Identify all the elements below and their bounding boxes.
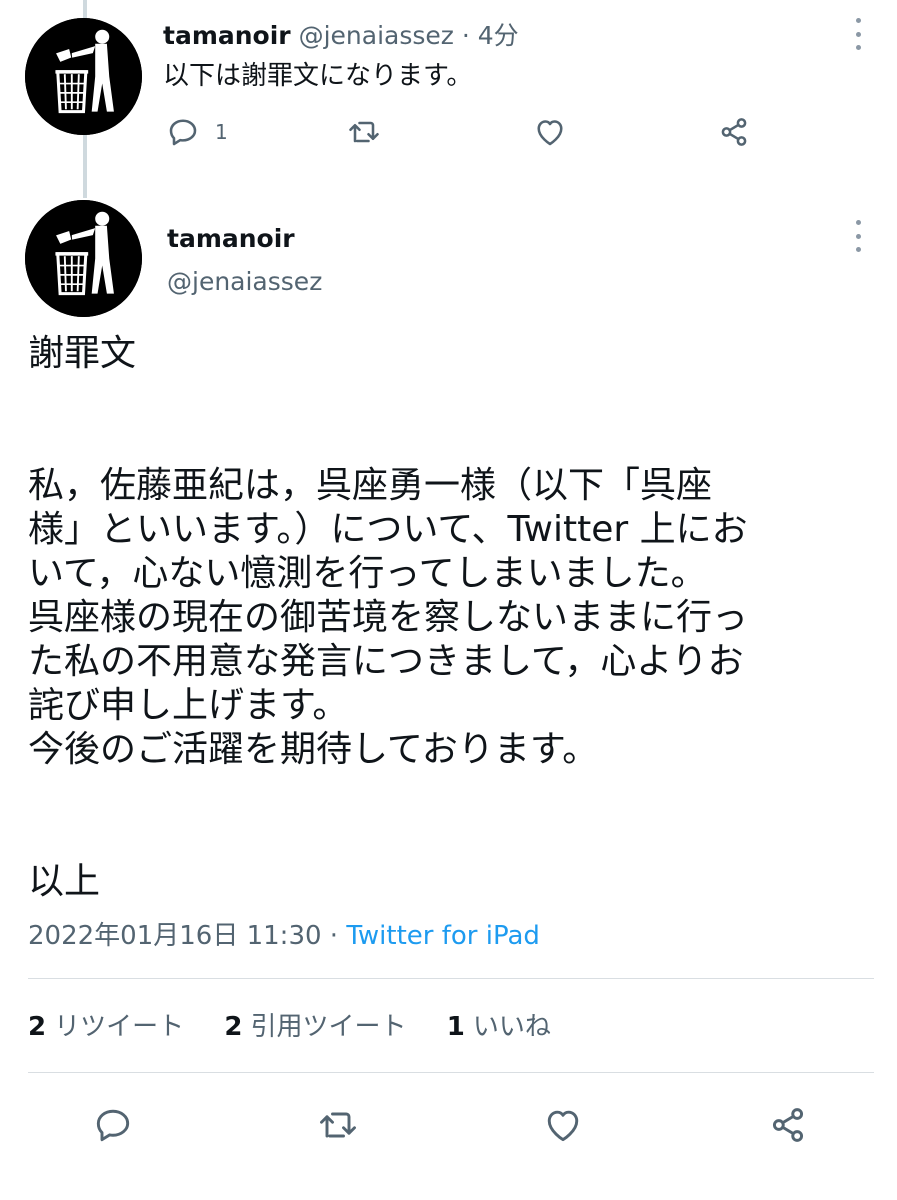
share-icon: [721, 118, 747, 146]
quotes-stat[interactable]: 2 引用ツイート: [224, 1012, 406, 1042]
like-button[interactable]: [532, 112, 568, 152]
divider: [28, 1072, 874, 1073]
quotes-count: 2: [224, 1012, 243, 1042]
tweet-timestamp[interactable]: 2022年01月16日 11:30: [28, 921, 322, 951]
likes-count: 1: [446, 1012, 465, 1042]
likes-label: いいね: [472, 1012, 551, 1042]
retweet-icon: [349, 121, 379, 143]
quotes-label: 引用ツイート: [250, 1012, 407, 1042]
body-title: 謝罪文: [28, 333, 137, 374]
trash-bin-person-logo-icon: [25, 200, 142, 317]
reply-button[interactable]: [90, 1100, 136, 1150]
meta-separator: ·: [329, 921, 339, 951]
retweets-stat[interactable]: 2 リツイート: [28, 1012, 184, 1042]
handle[interactable]: @jenaiassez: [299, 21, 454, 50]
reply-count: 1: [215, 120, 228, 144]
trash-bin-person-logo-icon: [25, 18, 142, 135]
more-vertical-icon[interactable]: [848, 16, 868, 52]
body-line: た私の不用意な発言につきまして，心よりお: [28, 641, 744, 682]
body-line: 呉座様の現在の御苦境を察しないままに行っ: [28, 597, 749, 638]
body-line: 今後のご活躍を期待しております。: [28, 729, 599, 770]
retweet-button[interactable]: [346, 112, 382, 152]
display-name[interactable]: tamanoir: [167, 222, 295, 256]
tweet-source-link[interactable]: Twitter for iPad: [346, 921, 540, 951]
body-closing: 以上: [28, 861, 101, 902]
body-line: 様」といいます。）について、Twitter 上にお: [28, 509, 748, 550]
reply-button[interactable]: 1: [165, 112, 228, 152]
tweet-meta: 2022年01月16日 11:30 · Twitter for iPad: [28, 916, 540, 956]
divider: [28, 978, 874, 979]
reply-icon: [96, 1109, 130, 1142]
reply-tweet-text: 以下は謝罪文になります。: [163, 61, 473, 91]
retweets-count: 2: [28, 1012, 47, 1042]
share-icon: [772, 1108, 804, 1142]
tweet-body: 謝罪文 私，佐藤亜紀は，呉座勇一様（以下「呉座 様」といいます。）について、Tw…: [28, 332, 868, 904]
body-line: 私，佐藤亜紀は，呉座勇一様（以下「呉座: [28, 465, 713, 506]
handle[interactable]: @jenaiassez: [167, 265, 322, 299]
retweet-button[interactable]: [315, 1100, 361, 1150]
tweet-stats: 2 リツイート 2 引用ツイート 1 いいね: [28, 1005, 583, 1049]
display-name[interactable]: tamanoir: [163, 21, 291, 50]
body-line: いて，心ない憶測を行ってしまいました。: [28, 553, 707, 594]
heart-icon: [537, 120, 563, 146]
avatar[interactable]: [25, 200, 142, 317]
avatar[interactable]: [25, 18, 142, 135]
reply-tweet-actions: 1: [163, 112, 763, 152]
share-button[interactable]: [716, 112, 752, 152]
share-button[interactable]: [765, 1100, 811, 1150]
tweet-thread-page: tamanoir @jenaiassez · 4分 以下は謝罪文になります。 1: [0, 0, 897, 1200]
body-line: 詫び申し上げます。: [28, 685, 349, 726]
main-tweet-actions: [0, 1100, 897, 1150]
like-button[interactable]: [540, 1100, 586, 1150]
tweet-time[interactable]: 4分: [478, 21, 519, 50]
reply-icon: [169, 119, 197, 146]
reply-tweet-header: tamanoir @jenaiassez · 4分: [163, 19, 519, 53]
separator: ·: [461, 21, 470, 50]
retweets-label: リツイート: [54, 1012, 185, 1042]
retweet-icon: [320, 1112, 356, 1138]
heart-icon: [547, 1110, 579, 1142]
more-vertical-icon[interactable]: [848, 218, 868, 254]
likes-stat[interactable]: 1 いいね: [447, 1012, 551, 1042]
